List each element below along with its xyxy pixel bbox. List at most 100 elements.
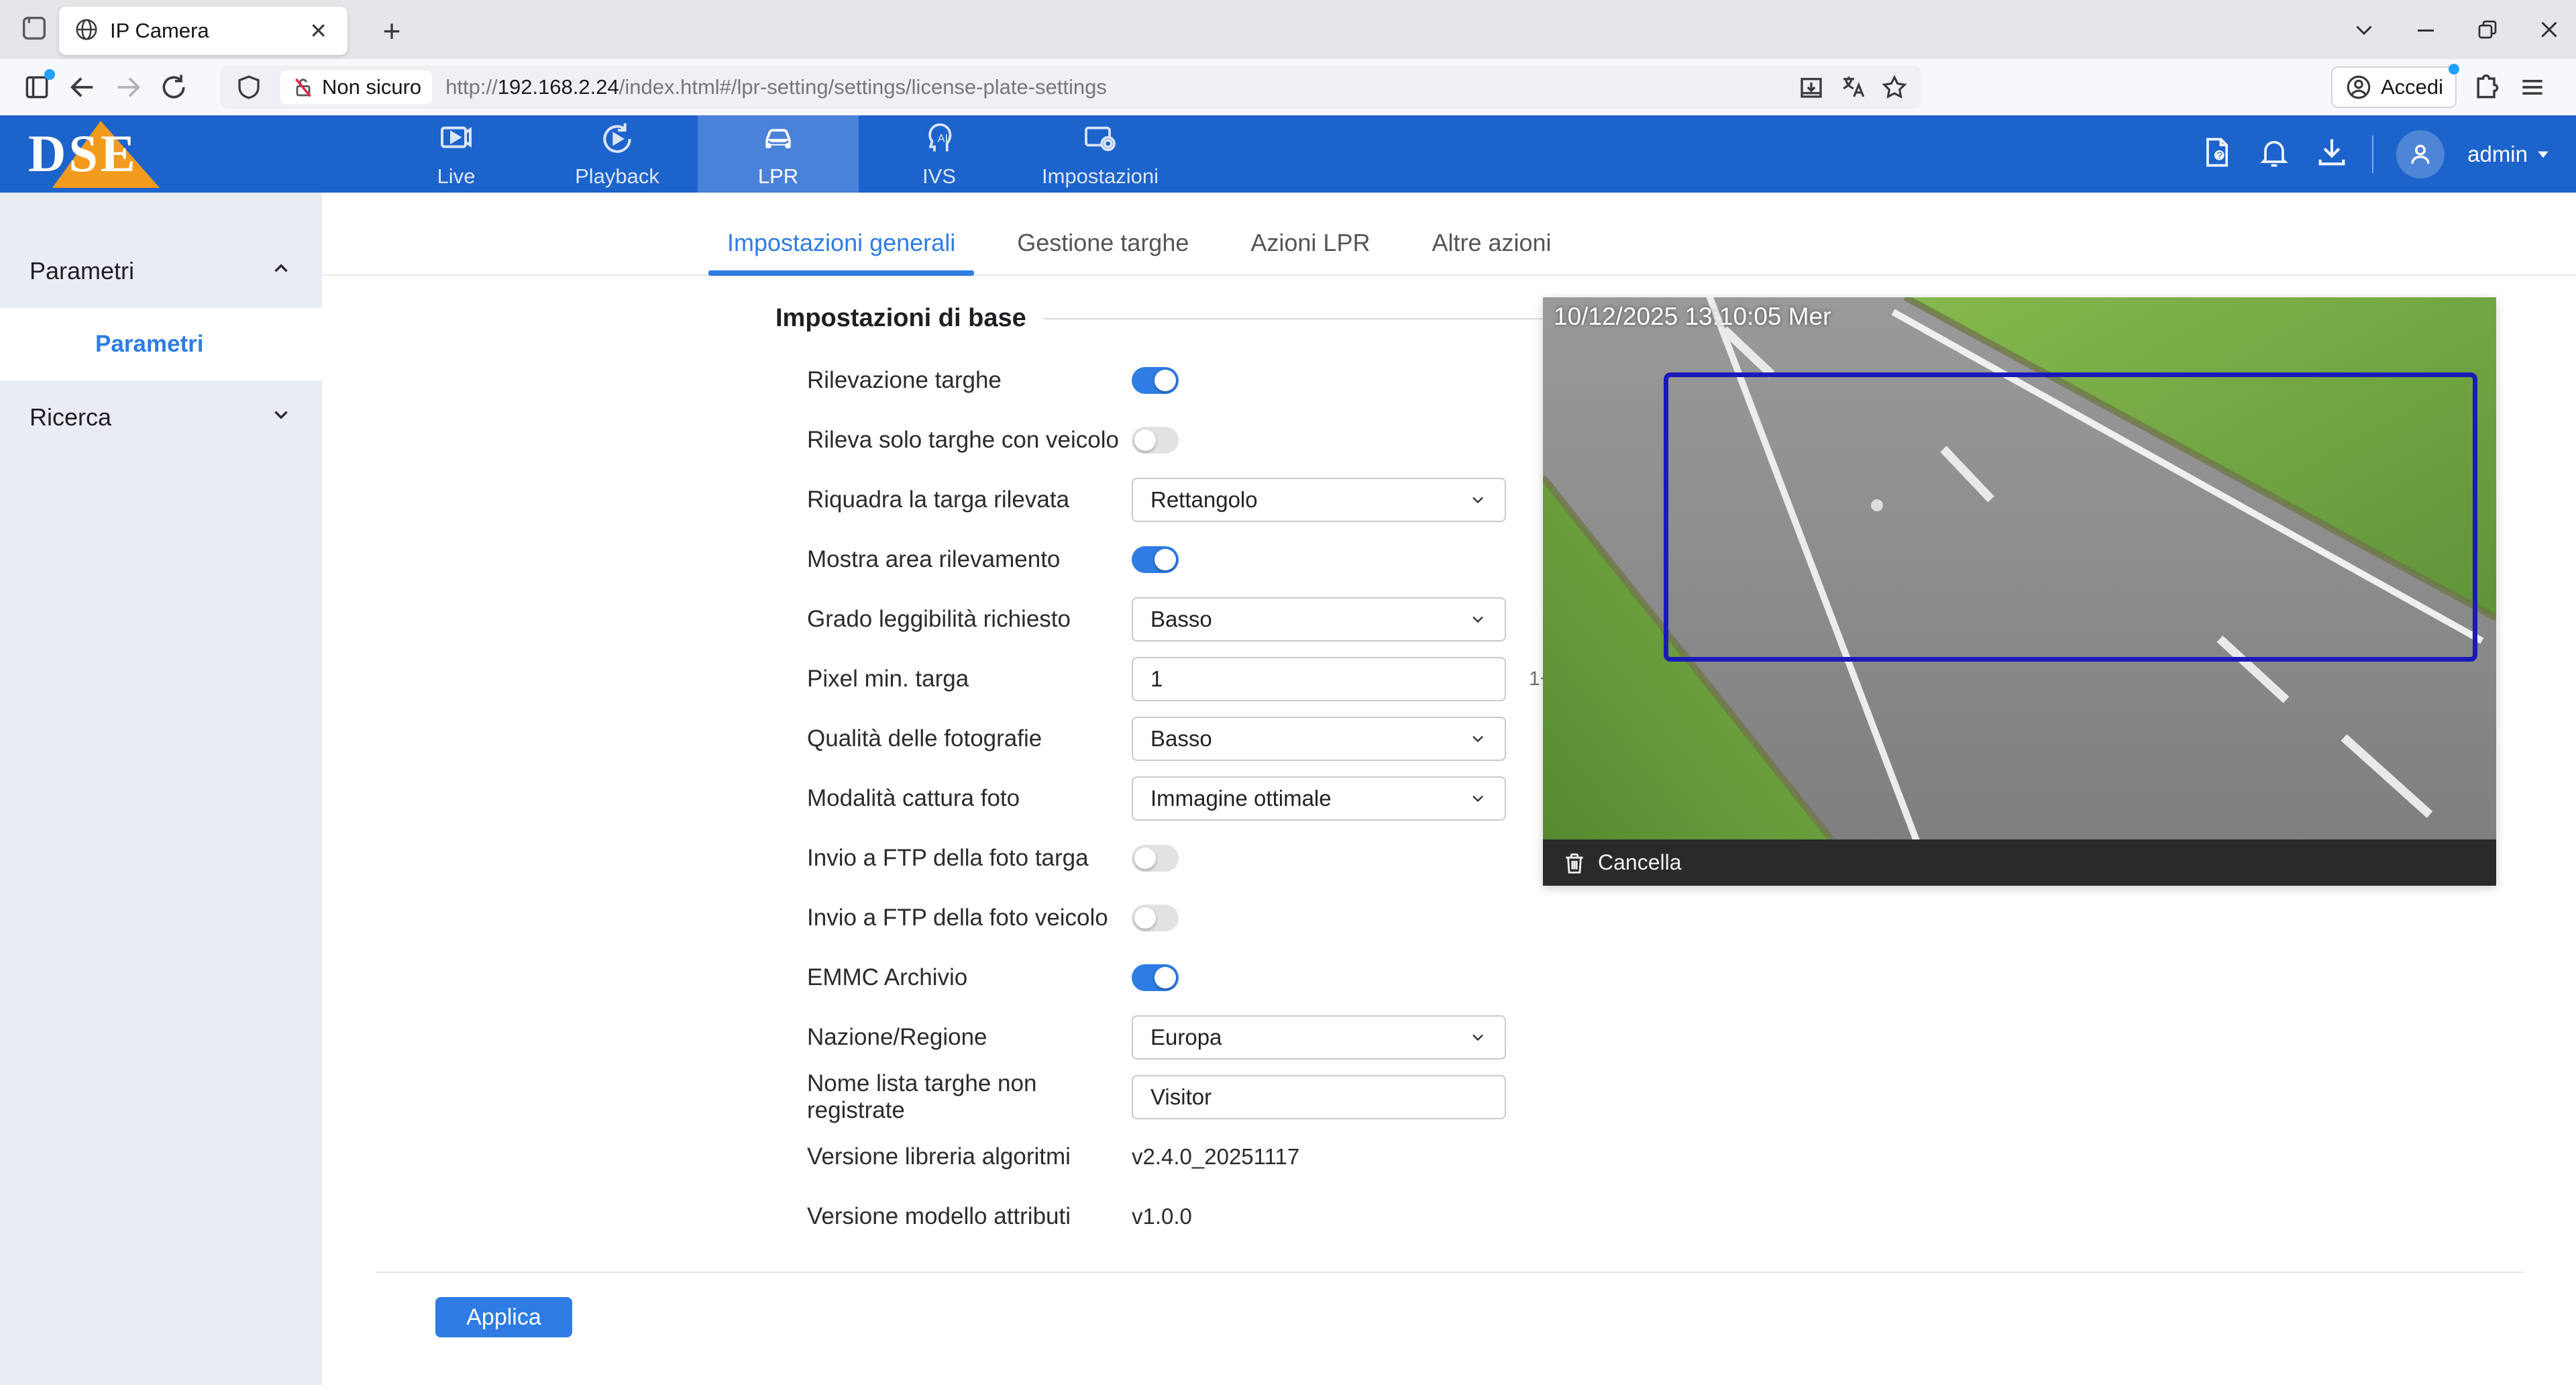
window-close-icon[interactable] xyxy=(2534,15,2564,44)
reload-button-icon[interactable] xyxy=(154,68,193,107)
bookmark-star-icon[interactable] xyxy=(1877,68,1912,107)
toggle-rileva-solo-veicolo[interactable] xyxy=(1132,427,1179,454)
ai-head-icon: AI xyxy=(920,120,958,158)
nav-item-lpr[interactable]: LPR xyxy=(698,115,859,193)
broken-lock-icon xyxy=(291,75,315,99)
attribute-model-version: v1.0.0 xyxy=(1132,1204,1192,1229)
page-actions xyxy=(1794,68,1912,107)
input-nome-lista-targhe[interactable] xyxy=(1132,1075,1506,1119)
guide-document-icon[interactable]: ? xyxy=(2199,135,2234,173)
detection-area-box[interactable] xyxy=(1664,372,2477,662)
back-button-icon[interactable] xyxy=(63,68,102,107)
select-nazione-regione[interactable]: Europa xyxy=(1132,1015,1506,1060)
security-label: Non sicuro xyxy=(322,75,421,99)
form-row: Nazione/Regione Europa xyxy=(807,1007,2576,1067)
menu-hamburger-icon[interactable] xyxy=(2513,68,2552,107)
sidebar-notification-dot xyxy=(44,69,55,80)
forward-button-icon[interactable] xyxy=(109,68,148,107)
select-grado-leggibilita[interactable]: Basso xyxy=(1132,597,1506,642)
window-minimize-icon[interactable] xyxy=(2411,15,2440,44)
window-restore-icon[interactable] xyxy=(2473,15,2502,44)
sidebar: Parametri Parametri Ricerca xyxy=(0,193,322,1385)
apply-button[interactable]: Applica xyxy=(435,1297,572,1337)
tab-close-icon[interactable]: ✕ xyxy=(304,17,333,44)
nav-label: Impostazioni xyxy=(1042,164,1159,189)
app-header: DSE Live Playback LPR AI IVS Impostazion… xyxy=(0,115,2576,193)
select-modalita-cattura[interactable]: Immagine ottimale xyxy=(1132,776,1506,821)
nav-label: IVS xyxy=(922,164,956,189)
new-tab-button[interactable]: + xyxy=(373,12,411,50)
logo-text: DSE xyxy=(28,123,138,184)
notifications-bell-icon[interactable] xyxy=(2257,135,2292,173)
sidebar-group-label: Ricerca xyxy=(30,403,111,431)
globe-favicon-icon xyxy=(74,17,99,46)
security-badge[interactable]: Non sicuro xyxy=(280,70,432,104)
tab-azioni-lpr[interactable]: Azioni LPR xyxy=(1241,229,1379,274)
nav-item-impostazioni[interactable]: Impostazioni xyxy=(1020,115,1181,193)
screen: IP Camera ✕ + xyxy=(0,0,2576,1385)
trash-icon[interactable] xyxy=(1562,850,1587,876)
select-qualita-fotografie[interactable]: Basso xyxy=(1132,717,1506,761)
tab-title: IP Camera xyxy=(110,19,304,43)
select-chevron-icon xyxy=(1468,491,1487,509)
nav-item-playback[interactable]: Playback xyxy=(537,115,698,193)
input-pixel-min-targa[interactable] xyxy=(1132,657,1506,701)
url-bar[interactable]: Non sicuro http://192.168.2.24/index.htm… xyxy=(220,66,1921,109)
section-title: Impostazioni di base xyxy=(775,304,1026,333)
select-chevron-icon xyxy=(1468,610,1487,629)
select-chevron-icon xyxy=(1468,789,1487,808)
video-preview: 10/12/2025 13:10:05 Mer Cancella xyxy=(1543,297,2496,886)
shield-icon[interactable] xyxy=(229,68,268,107)
nav-label: LPR xyxy=(758,164,798,189)
signin-notification-dot xyxy=(2449,64,2459,74)
select-chevron-icon xyxy=(1468,729,1487,748)
tab-altre-azioni[interactable]: Altre azioni xyxy=(1422,229,1560,274)
preview-toolbar: Cancella xyxy=(1543,839,2496,886)
nav-label: Live xyxy=(437,164,476,189)
sidebar-group-ricerca[interactable]: Ricerca xyxy=(0,380,322,454)
tab-list-chevron-icon[interactable] xyxy=(2349,15,2379,44)
clear-area-button[interactable]: Cancella xyxy=(1598,850,1682,875)
svg-text:?: ? xyxy=(2217,150,2222,162)
live-monitor-icon xyxy=(437,120,475,158)
save-page-icon[interactable] xyxy=(1794,68,1829,107)
algorithm-library-version: v2.4.0_20251117 xyxy=(1132,1144,1299,1170)
nav-item-live[interactable]: Live xyxy=(376,115,537,193)
sidebar-item-parametri[interactable]: Parametri xyxy=(0,308,322,380)
tab-impostazioni-generali[interactable]: Impostazioni generali xyxy=(718,229,965,274)
toggle-mostra-area[interactable] xyxy=(1132,546,1179,573)
extensions-icon[interactable] xyxy=(2467,68,2506,107)
sidebar-toggle-icon[interactable] xyxy=(17,68,56,107)
browser-tab[interactable]: IP Camera ✕ xyxy=(59,7,347,55)
translate-icon[interactable] xyxy=(1835,68,1870,107)
firefox-view-icon[interactable] xyxy=(19,13,50,47)
select-riquadra-targa[interactable]: Rettangolo xyxy=(1132,478,1506,522)
dse-logo: DSE xyxy=(20,115,188,193)
form-row: EMMC Archivio xyxy=(807,947,2576,1007)
settings-tabbar: Impostazioni generali Gestione targhe Az… xyxy=(322,193,2576,276)
form-row: Nome lista targhe non registrate xyxy=(807,1067,2576,1127)
sidebar-group-parametri[interactable]: Parametri xyxy=(0,234,322,308)
main-nav: Live Playback LPR AI IVS Impostazioni xyxy=(376,115,1181,193)
toggle-ftp-foto-veicolo[interactable] xyxy=(1132,905,1179,931)
form-row: Versione libreria algoritmi v2.4.0_20251… xyxy=(807,1127,2576,1186)
bottom-divider xyxy=(376,1272,2524,1273)
svg-text:AI: AI xyxy=(938,132,948,144)
video-timestamp: 10/12/2025 13:10:05 Mer xyxy=(1554,303,1831,331)
download-icon[interactable] xyxy=(2314,135,2349,173)
account-avatar-icon xyxy=(2345,73,2373,101)
header-divider xyxy=(2372,136,2373,173)
url-text: http://192.168.2.24/index.html#/lpr-sett… xyxy=(445,75,1794,99)
toggle-emmc-archivio[interactable] xyxy=(1132,964,1179,991)
toggle-rilevazione-targhe[interactable] xyxy=(1132,367,1179,394)
user-avatar[interactable] xyxy=(2396,130,2445,178)
nav-label: Playback xyxy=(575,164,659,189)
firefox-signin-button[interactable]: Accedi xyxy=(2331,66,2457,108)
toggle-ftp-foto-targa[interactable] xyxy=(1132,845,1179,872)
camera-scene[interactable]: 10/12/2025 13:10:05 Mer xyxy=(1543,297,2496,839)
tab-gestione-targhe[interactable]: Gestione targhe xyxy=(1008,229,1198,274)
sidebar-group-label: Parametri xyxy=(30,257,134,285)
caret-down-icon xyxy=(2534,146,2552,163)
nav-item-ivs[interactable]: AI IVS xyxy=(859,115,1020,193)
user-menu[interactable]: admin xyxy=(2467,142,2552,167)
